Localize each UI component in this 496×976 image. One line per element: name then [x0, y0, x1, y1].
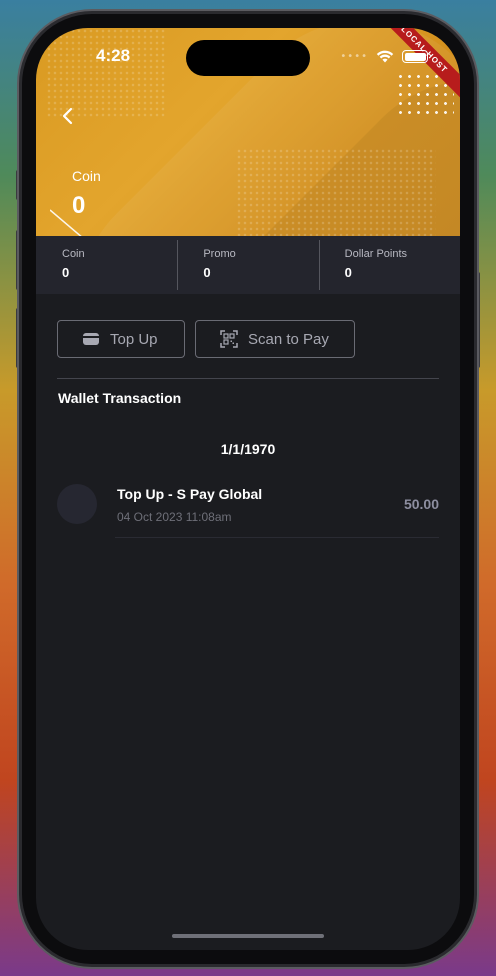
- battery-icon: [402, 50, 428, 63]
- wifi-icon: [376, 50, 394, 63]
- stat-label: Coin: [62, 248, 85, 260]
- stat-label: Dollar Points: [344, 248, 408, 260]
- transaction-datetime: 04 Oct 2023 11:08am: [117, 510, 232, 524]
- transaction-date-header: 1/1/1970: [220, 441, 276, 457]
- volume-up-button: [16, 230, 21, 290]
- stat-value: 0: [62, 265, 70, 280]
- cellular-dots-icon: ••••: [340, 51, 368, 62]
- balance-label: Coin: [72, 168, 101, 184]
- balance-stats-bar: Coin 0 Promo 0 Dollar Points 0: [36, 236, 460, 294]
- transaction-row[interactable]: Top Up - S Pay Global 04 Oct 2023 11:08a…: [57, 480, 439, 538]
- header-dot-pattern: [236, 148, 436, 236]
- stat-value: 0: [344, 265, 352, 280]
- transaction-avatar: [57, 484, 97, 524]
- mute-switch: [16, 170, 21, 200]
- wallet-header: LOCAL HOST 4:28 •••• Coin 0: [36, 28, 460, 236]
- wallet-transaction-title: Wallet Transaction: [58, 390, 182, 406]
- top-up-button[interactable]: Top Up: [57, 320, 185, 358]
- transaction-title: Top Up - S Pay Global: [117, 486, 263, 502]
- section-divider: [57, 378, 439, 379]
- top-up-label: Top Up: [110, 330, 158, 348]
- chevron-left-icon: [62, 107, 73, 125]
- dynamic-island: [186, 40, 310, 76]
- scan-to-pay-label: Scan to Pay: [248, 330, 329, 348]
- balance-value: 0: [72, 192, 86, 219]
- stat-dollar-points: Dollar Points 0: [318, 236, 460, 294]
- qr-scan-icon: [220, 330, 238, 348]
- scan-to-pay-button[interactable]: Scan to Pay: [195, 320, 355, 358]
- wallet-actions: Top Up Scan to Pay: [57, 320, 355, 358]
- stat-label: Promo: [203, 248, 236, 260]
- stat-value: 0: [203, 265, 211, 280]
- stat-promo: Promo 0: [177, 236, 318, 294]
- home-indicator[interactable]: [172, 934, 324, 938]
- transaction-separator: [115, 537, 439, 538]
- app-screen: LOCAL HOST 4:28 •••• Coin 0 Coin 0 Promo: [36, 28, 460, 950]
- back-button[interactable]: [56, 104, 80, 128]
- power-button: [475, 272, 480, 368]
- stat-coin: Coin 0: [36, 236, 177, 294]
- status-icons: ••••: [340, 50, 428, 63]
- wallet-icon: [83, 333, 99, 345]
- volume-down-button: [16, 308, 21, 368]
- status-time: 4:28: [96, 46, 131, 65]
- transaction-amount: 50.00: [403, 496, 439, 512]
